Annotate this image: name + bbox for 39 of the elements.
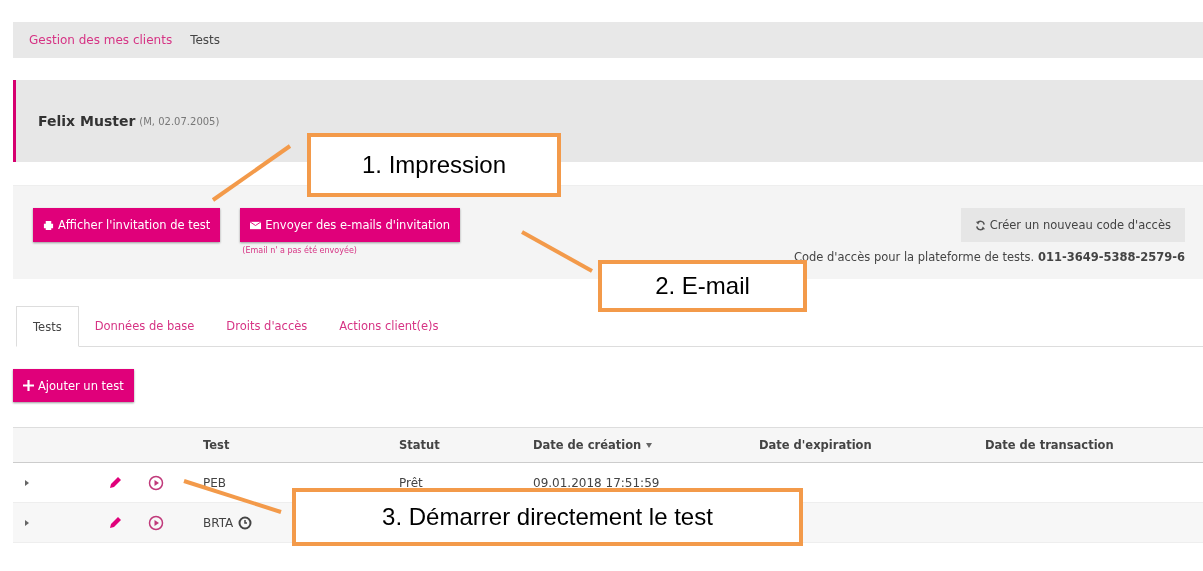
play-circle-icon[interactable] — [148, 474, 164, 491]
column-header[interactable]: Date d'expiration — [759, 438, 872, 452]
plus-icon — [23, 380, 34, 391]
access-code: 011-3649-5388-2579-6 — [1037, 250, 1185, 264]
column-header[interactable]: Date de transaction — [985, 438, 1114, 452]
table-cell: BRTA — [203, 515, 234, 530]
breadcrumb-link[interactable]: Gestion des mes clients — [29, 33, 173, 47]
expand-icon[interactable] — [25, 479, 29, 486]
send-invitation-button[interactable]: Envoyer des e-mails d'invitation — [240, 208, 460, 242]
refresh-icon — [974, 219, 986, 231]
expand-icon[interactable] — [25, 519, 29, 526]
breadcrumb-current: Tests — [190, 33, 221, 47]
leader-line — [521, 230, 593, 273]
tab[interactable]: Données de base — [78, 306, 211, 346]
new-code-button[interactable]: Créer un nouveau code d'accès — [960, 208, 1185, 242]
email-status-note: (Email n' a pas été envoyée) — [241, 246, 358, 255]
sort-icon — [646, 442, 653, 448]
client-name: Felix Muster — [38, 113, 136, 129]
tab[interactable]: Tests — [16, 306, 79, 347]
envelope-icon — [250, 219, 262, 231]
show-invitation-button[interactable]: Afficher l'invitation de test — [33, 208, 221, 242]
tab[interactable]: Actions client(e)s — [323, 306, 455, 346]
column-header[interactable]: Statut — [399, 438, 440, 452]
column-header[interactable]: Date de création — [533, 438, 642, 452]
column-header[interactable]: Test — [203, 438, 230, 452]
table-cell: Prêt — [399, 475, 423, 490]
pencil-icon[interactable] — [108, 475, 122, 490]
callout-label: 2. E-mail — [598, 260, 807, 312]
add-test-button[interactable]: Ajouter un test — [13, 369, 134, 402]
callout-label: 1. Impression — [307, 133, 561, 197]
callout-label: 3. Démarrer directement le test — [292, 488, 803, 546]
tab[interactable]: Droits d'accès — [210, 306, 324, 346]
play-circle-icon[interactable] — [148, 514, 164, 531]
table-cell: PEB — [203, 475, 227, 490]
clock-icon — [238, 515, 253, 530]
table-cell: 09.01.2018 17:51:59 — [533, 475, 660, 490]
printer-icon — [43, 219, 54, 231]
pencil-icon[interactable] — [108, 515, 122, 530]
client-details: (M, 02.07.2005) — [139, 115, 220, 127]
